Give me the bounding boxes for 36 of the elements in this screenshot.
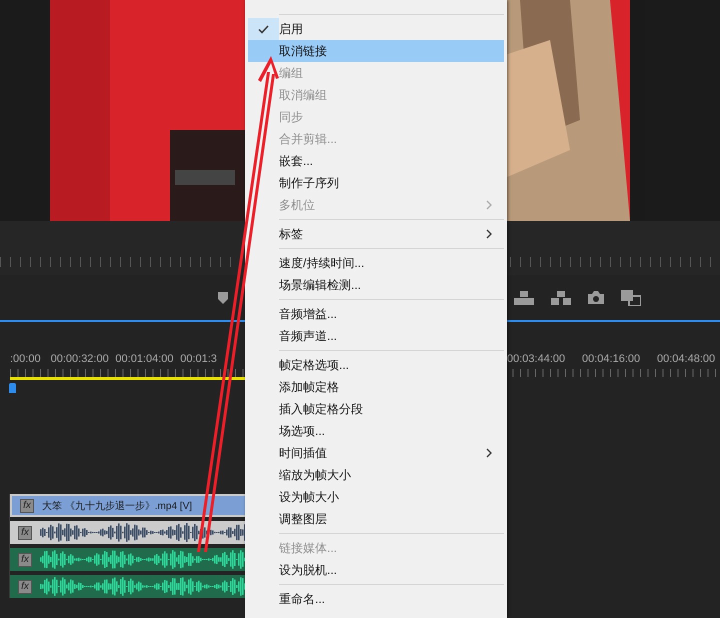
- menu-item[interactable]: 制作子序列: [248, 172, 504, 194]
- menu-item[interactable]: 帧定格选项...: [248, 354, 504, 376]
- timecode: 00:01:3: [180, 353, 218, 365]
- menu-item[interactable]: 嵌套...: [248, 150, 504, 172]
- timecode: 00:01:04:00: [115, 353, 175, 365]
- menu-item[interactable]: 速度/持续时间...: [248, 252, 504, 274]
- menu-item[interactable]: 音频声道...: [248, 325, 504, 347]
- timecode: 00:04:48:00: [657, 353, 716, 365]
- camera-icon[interactable]: [588, 291, 604, 304]
- menu-item[interactable]: 缩放为帧大小: [248, 464, 504, 486]
- menu-item[interactable]: 设为帧大小: [248, 486, 504, 508]
- fx-badge: fx: [18, 552, 32, 566]
- marker-icon[interactable]: [218, 292, 228, 304]
- menu-item[interactable]: 调整图层: [248, 508, 504, 530]
- menu-item[interactable]: 时间插值: [248, 442, 504, 464]
- compare-icon[interactable]: [621, 290, 641, 306]
- menu-item[interactable]: 添加帧定格: [248, 376, 504, 398]
- clip-name: 大笨 《九十九步退一步》.mp4 [V]: [42, 500, 192, 512]
- fx-badge: fx: [18, 526, 32, 540]
- menu-item[interactable]: 取消链接: [248, 40, 504, 62]
- menu-item[interactable]: 启用: [248, 18, 504, 40]
- menu-item[interactable]: 场景编辑检测...: [248, 274, 504, 296]
- menu-item[interactable]: 音频增益...: [248, 303, 504, 325]
- timecode: 00:04:16:00: [582, 353, 642, 365]
- lift-icon[interactable]: [514, 290, 534, 304]
- menu-item[interactable]: 重命名...: [248, 588, 504, 610]
- menu-item[interactable]: 插入帧定格分段: [248, 398, 504, 420]
- menu-item[interactable]: 标签: [248, 223, 504, 245]
- menu-item[interactable]: 场选项...: [248, 420, 504, 442]
- menu-item[interactable]: 设为脱机...: [248, 559, 504, 581]
- timecode: 00:00:32:00: [50, 353, 110, 365]
- timecode: 00:03:44:00: [507, 353, 566, 365]
- extract-icon[interactable]: [551, 290, 571, 304]
- timecode: :00:00: [10, 353, 42, 365]
- fx-badge: fx: [20, 498, 34, 512]
- fx-badge: fx: [18, 580, 32, 594]
